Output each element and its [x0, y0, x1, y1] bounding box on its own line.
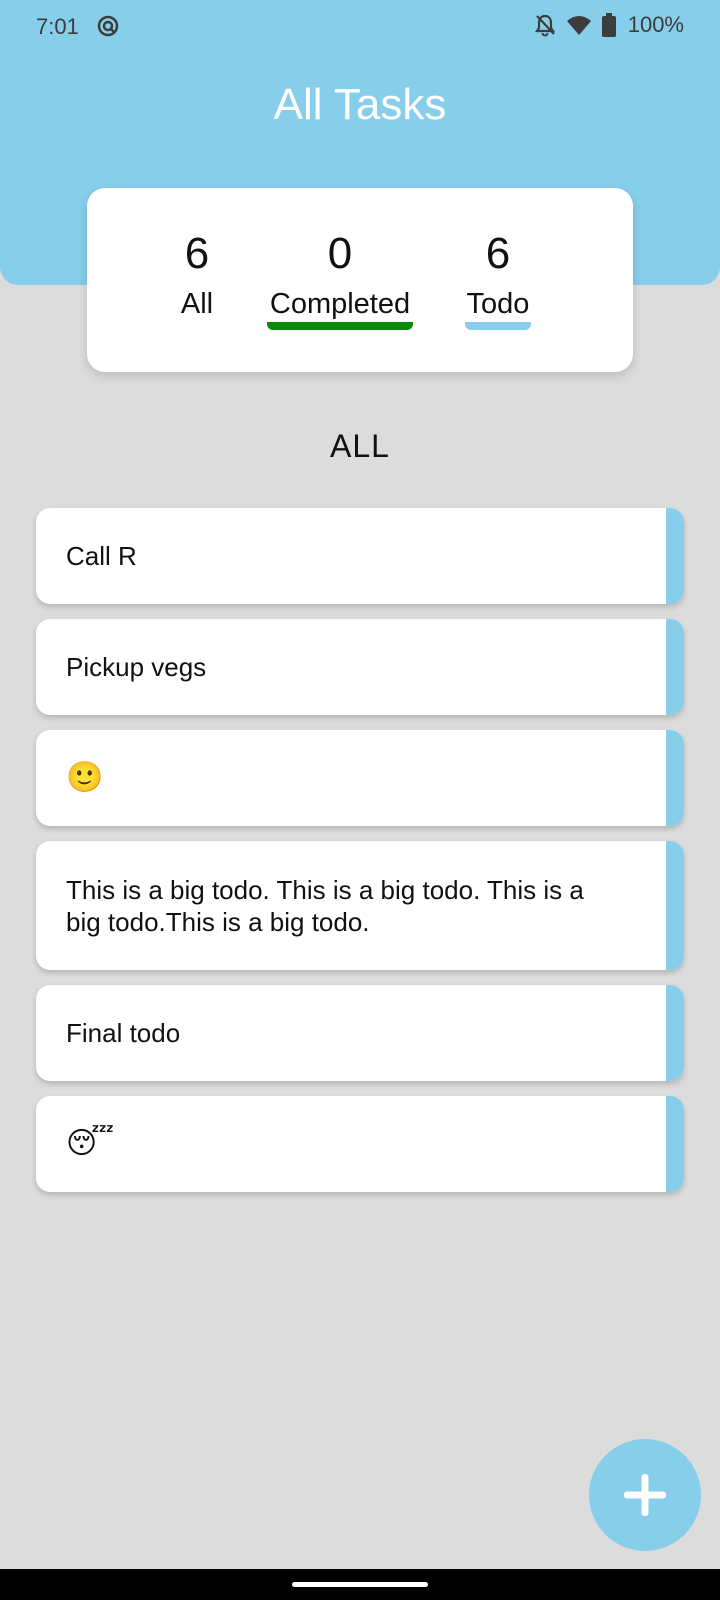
stat-todo-count: 6	[485, 229, 511, 278]
sync-icon	[96, 14, 120, 38]
screen: 7:01 100% All Tasks 6 All 0 Completed 6 …	[0, 0, 720, 1600]
task-accent-bar	[666, 1096, 684, 1192]
task-text: 😴	[66, 1126, 115, 1161]
task-item[interactable]: Call R	[36, 508, 684, 604]
task-item[interactable]: This is a big todo. This is a big todo. …	[36, 841, 684, 970]
section-title: ALL	[330, 428, 390, 464]
home-gesture-handle[interactable]	[292, 1582, 428, 1587]
task-text: Pickup vegs	[66, 652, 207, 682]
task-accent-bar	[666, 730, 684, 826]
task-text: 🙂	[66, 760, 104, 795]
battery-percentage: 100%	[627, 12, 684, 37]
task-item[interactable]: 😴	[36, 1096, 684, 1192]
task-text: Final todo	[66, 1018, 181, 1048]
stat-completed-label: Completed	[269, 288, 411, 320]
stat-todo[interactable]: 6 Todo	[465, 230, 531, 330]
task-item[interactable]: Final todo	[36, 985, 684, 1081]
task-text: This is a big todo. This is a big todo. …	[66, 874, 584, 937]
task-accent-bar	[666, 619, 684, 715]
stat-all[interactable]: 6 All	[157, 230, 237, 322]
task-list: Call R Pickup vegs 🙂 This is a big todo.…	[36, 508, 684, 1207]
task-accent-bar	[666, 985, 684, 1081]
wifi-icon	[566, 14, 592, 36]
task-text: Call R	[66, 541, 137, 571]
battery-icon	[601, 13, 616, 37]
stats-card: 6 All 0 Completed 6 Todo	[87, 188, 633, 372]
task-accent-bar	[666, 841, 684, 970]
status-bar: 7:01 100%	[0, 0, 720, 54]
stat-all-count: 6	[184, 229, 210, 278]
task-accent-bar	[666, 508, 684, 604]
stat-completed-count: 0	[327, 229, 353, 278]
stat-completed[interactable]: 0 Completed	[267, 230, 413, 330]
todo-underline	[465, 322, 531, 330]
completed-underline	[267, 322, 413, 330]
bell-off-icon	[534, 13, 556, 37]
plus-icon	[624, 1474, 666, 1516]
add-task-button[interactable]	[589, 1439, 701, 1551]
page-title: All Tasks	[273, 80, 447, 129]
task-item[interactable]: Pickup vegs	[36, 619, 684, 715]
stat-all-label: All	[180, 288, 214, 320]
navigation-bar	[0, 1569, 720, 1600]
task-item[interactable]: 🙂	[36, 730, 684, 826]
stat-todo-label: Todo	[466, 288, 530, 320]
status-icons: 100%	[534, 12, 684, 38]
status-time: 7:01	[36, 14, 79, 39]
